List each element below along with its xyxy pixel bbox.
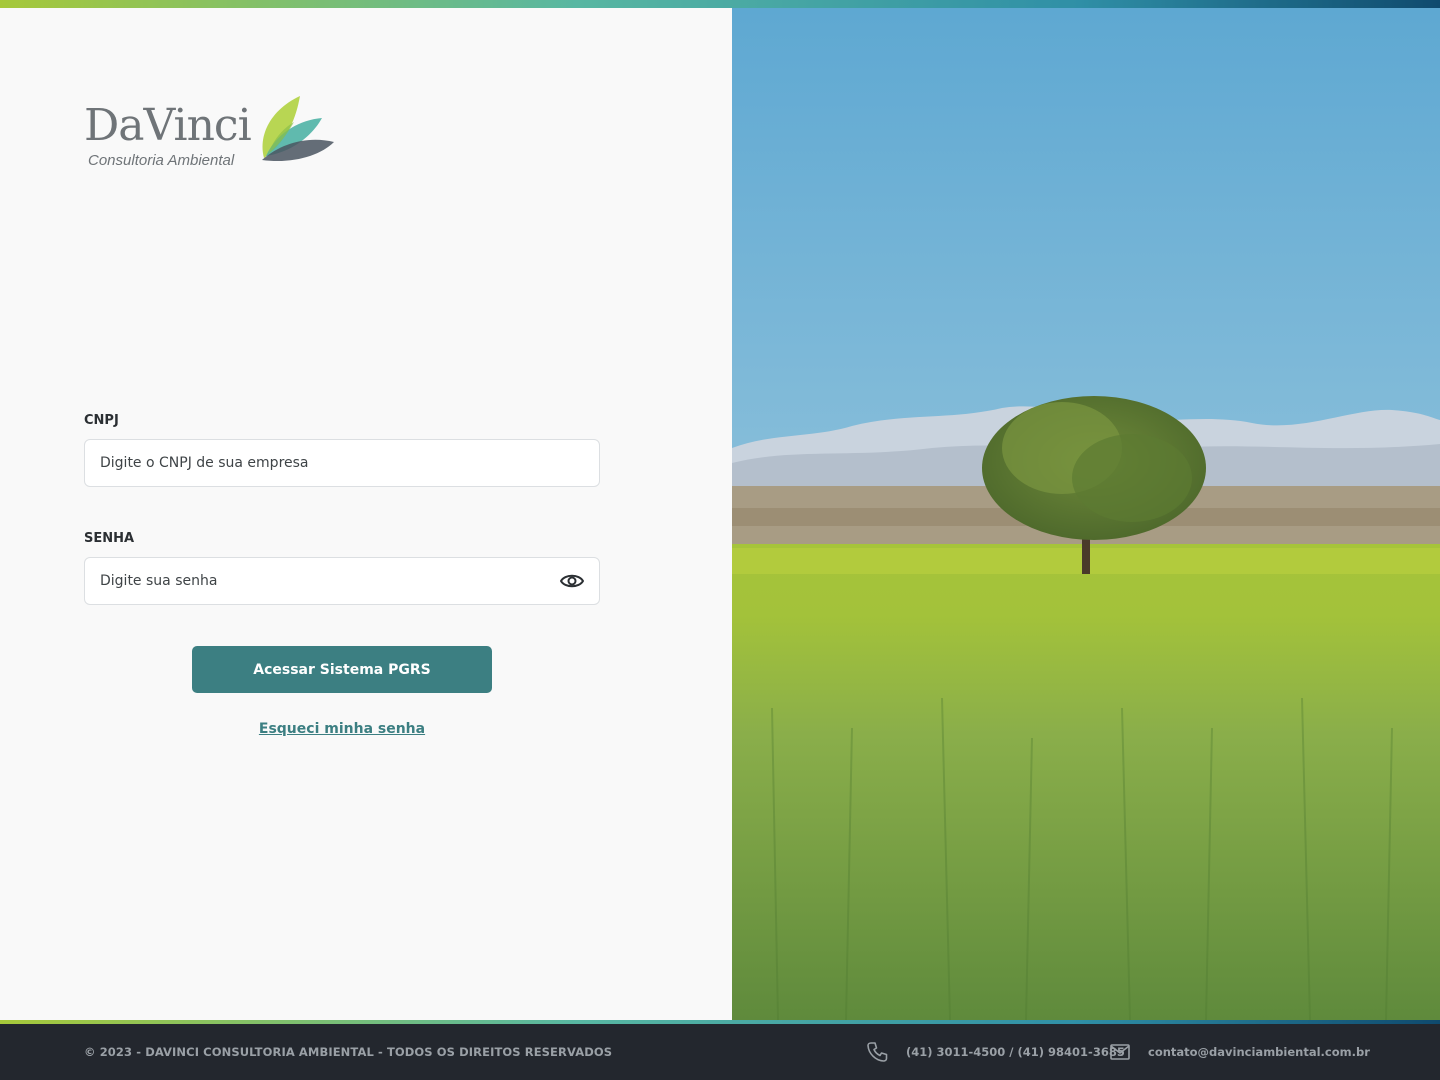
submit-button[interactable]: Acessar Sistema PGRS [192, 646, 492, 693]
footer: © 2023 - DAVINCI CONSULTORIA AMBIENTAL -… [0, 1024, 1440, 1080]
brand-name: DaVinci [84, 100, 252, 151]
copyright-text: © 2023 - DAVINCI CONSULTORIA AMBIENTAL -… [84, 1045, 613, 1059]
brand-logo[interactable]: DaVinci Consultoria Ambiental [84, 96, 344, 176]
eye-icon[interactable] [559, 570, 585, 592]
cnpj-input[interactable] [85, 440, 599, 486]
hero-image [732, 8, 1440, 1020]
forgot-password-link[interactable]: Esqueci minha senha [192, 721, 492, 737]
cnpj-field [84, 439, 600, 487]
top-gradient-bar [0, 0, 1440, 8]
password-label: SENHA [84, 531, 135, 546]
brand-tagline: Consultoria Ambiental [88, 152, 235, 169]
phone-number[interactable]: (41) 3011-4500 / (41) 98401-3685 [906, 1045, 1125, 1059]
login-panel: DaVinci Consultoria Ambiental CNPJ SENHA… [0, 8, 732, 1020]
cnpj-label: CNPJ [84, 413, 119, 428]
leaf-logo-icon [262, 96, 334, 162]
mail-icon [1110, 1044, 1130, 1060]
password-input[interactable] [85, 558, 599, 604]
landscape-photo-icon [732, 8, 1440, 1020]
contact-email[interactable]: contato@davinciambiental.com.br [1148, 1045, 1370, 1059]
phone-icon [867, 1042, 888, 1062]
password-field [84, 557, 600, 605]
